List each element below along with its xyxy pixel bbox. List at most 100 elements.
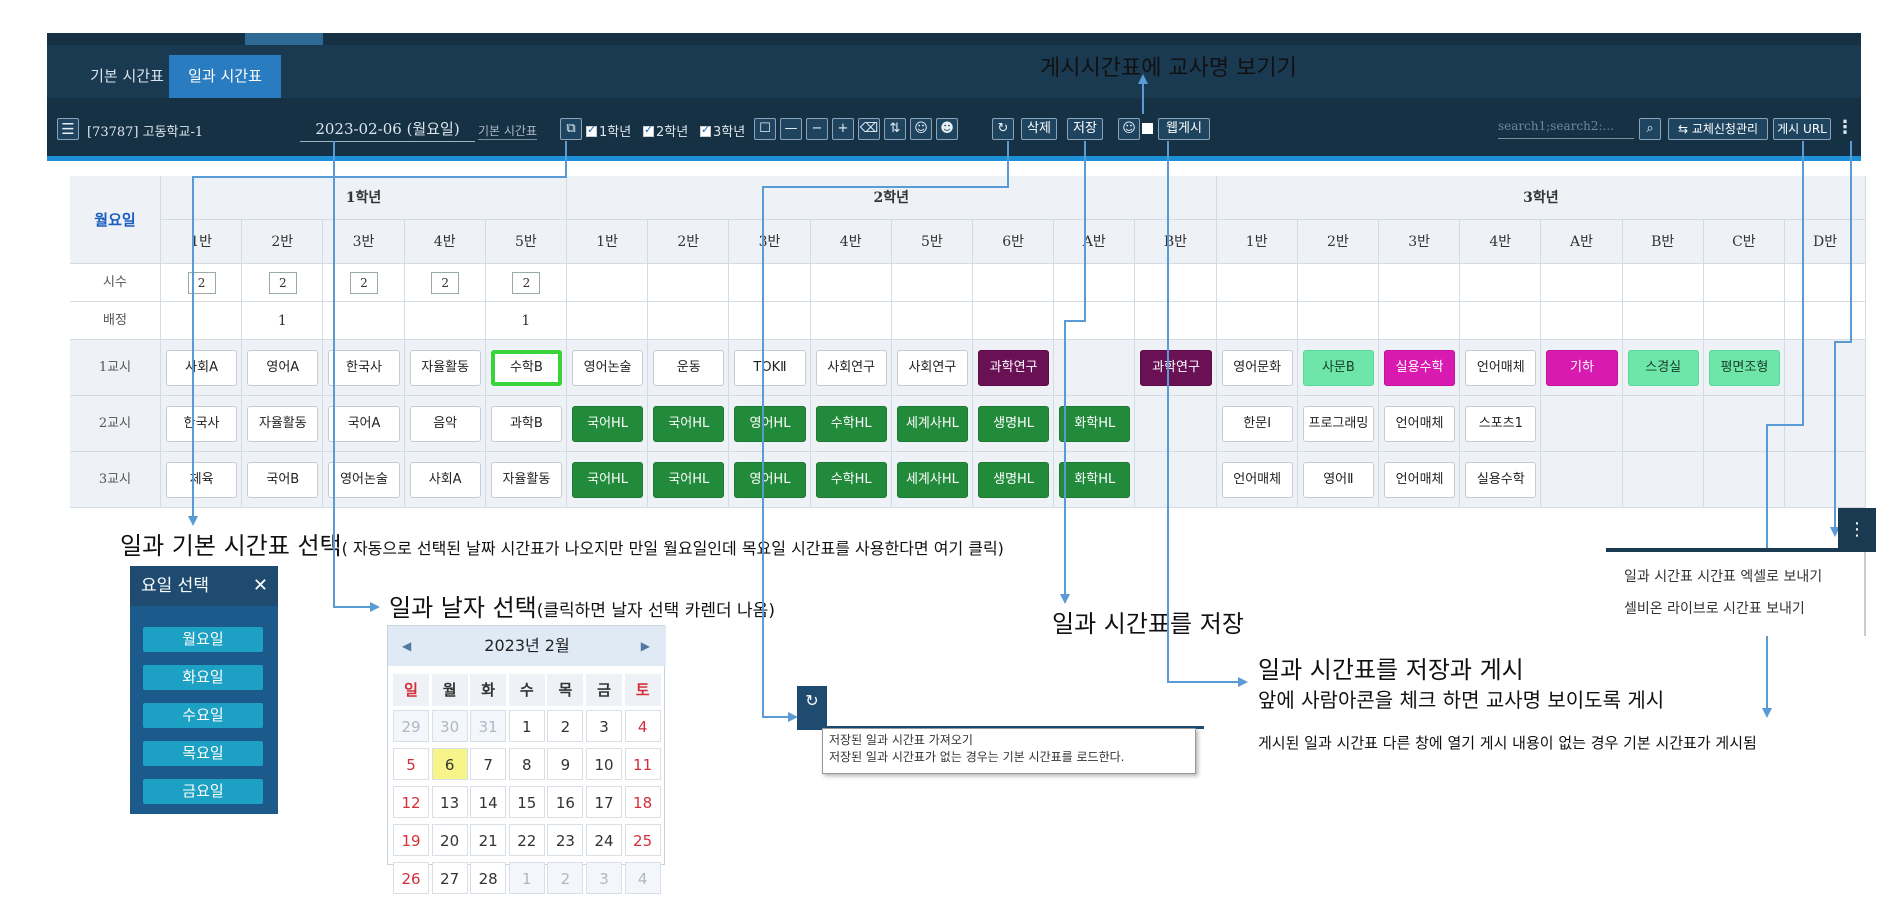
grid-cell[interactable]	[1541, 396, 1623, 452]
square-icon[interactable]: ☐	[754, 118, 776, 140]
hours-input[interactable]: 2	[268, 272, 297, 294]
minus-wide-icon[interactable]: —	[780, 118, 802, 140]
subject-cell[interactable]: 언어매체	[1221, 462, 1293, 498]
grid-cell[interactable]: 2	[242, 264, 324, 302]
subject-cell[interactable]: 영어HL	[734, 406, 806, 442]
subject-cell[interactable]: 음악	[409, 406, 481, 442]
grid-cell[interactable]	[891, 302, 973, 340]
day-button-wed[interactable]: 수요일	[143, 703, 263, 728]
subject-cell[interactable]: 국어HL	[572, 462, 644, 498]
day-button-tue[interactable]: 화요일	[143, 665, 263, 690]
grid-cell[interactable]	[1135, 264, 1217, 302]
subject-cell[interactable]: 실용수학	[1384, 350, 1456, 386]
calendar-day[interactable]: 8	[508, 748, 545, 780]
subject-cell[interactable]: 생명HL	[978, 406, 1050, 442]
grid-cell[interactable]	[1703, 302, 1785, 340]
calendar-day[interactable]: 1	[508, 710, 545, 742]
grid-cell[interactable]	[729, 264, 811, 302]
calendar-day[interactable]: 26	[393, 862, 429, 894]
calendar-day[interactable]: 4	[624, 710, 661, 742]
subject-cell[interactable]: 언어매체	[1384, 406, 1456, 442]
grid-cell[interactable]	[1216, 264, 1298, 302]
day-button-fri[interactable]: 금요일	[143, 779, 263, 804]
subject-cell[interactable]: 영어문화	[1221, 350, 1293, 386]
calendar-day[interactable]: 2	[547, 710, 584, 742]
subject-cell[interactable]: 수학HL	[815, 462, 887, 498]
reload-icon[interactable]: ↻	[797, 686, 827, 730]
calendar-day[interactable]: 31	[470, 710, 507, 742]
calendar-day[interactable]: 7	[470, 748, 507, 780]
teacher-name-checkbox[interactable]	[1142, 123, 1153, 134]
grid-cell[interactable]	[648, 264, 730, 302]
subject-cell[interactable]: 화학HL	[1059, 406, 1131, 442]
grid-cell[interactable]	[161, 302, 243, 340]
subject-cell[interactable]: 수학HL	[815, 406, 887, 442]
subject-cell[interactable]: 한국사	[328, 350, 400, 386]
calendar-day[interactable]: 17	[586, 786, 622, 818]
date-picker[interactable]: 2023-02-06 (월요일)	[300, 118, 475, 142]
subject-cell[interactable]: 세계사HL	[896, 462, 968, 498]
grid-cell[interactable]: 2	[323, 264, 405, 302]
subject-cell[interactable]: 체육	[166, 462, 238, 498]
grid-cell[interactable]	[1703, 264, 1785, 302]
basic-timetable-link[interactable]: 기본 시간표	[478, 122, 538, 140]
grid-cell[interactable]	[1622, 264, 1704, 302]
search-input[interactable]: search1;search2:...	[1498, 119, 1634, 139]
subject-cell[interactable]: 국어HL	[653, 406, 725, 442]
subject-cell[interactable]: 수학B	[490, 350, 562, 386]
grid-cell[interactable]	[1541, 452, 1623, 508]
calendar-day[interactable]: 18	[624, 786, 661, 818]
hamburger-icon[interactable]: ☰	[57, 118, 79, 140]
more-menu-icon[interactable]: ⋮	[1838, 508, 1876, 552]
subject-cell[interactable]: 생명HL	[978, 462, 1050, 498]
subject-cell[interactable]: 사회연구	[815, 350, 887, 386]
grid-cell[interactable]	[1297, 302, 1379, 340]
subject-cell[interactable]: 운동	[653, 350, 725, 386]
subject-cell[interactable]: 세계사HL	[896, 406, 968, 442]
calendar-day[interactable]: 3	[586, 862, 622, 894]
eraser-icon[interactable]: ⌫	[858, 118, 880, 140]
grid-cell[interactable]: 2	[404, 264, 486, 302]
grid-cell[interactable]	[567, 264, 649, 302]
calendar-day[interactable]: 21	[470, 824, 507, 856]
calendar-day[interactable]: 13	[431, 786, 468, 818]
subject-cell[interactable]: 언어매체	[1465, 350, 1537, 386]
swap-icon[interactable]: ⇅	[884, 118, 906, 140]
user-icon[interactable]: ☺	[910, 118, 932, 140]
grid-cell[interactable]	[1785, 340, 1867, 396]
hours-input[interactable]: 2	[349, 272, 378, 294]
subject-cell[interactable]: 자율활동	[409, 350, 481, 386]
grid-cell[interactable]: 1	[485, 302, 567, 340]
calendar-day[interactable]: 28	[470, 862, 507, 894]
subject-cell[interactable]: TOKⅡ	[734, 350, 806, 386]
grid-cell[interactable]	[567, 302, 649, 340]
grid-cell[interactable]: 2	[161, 264, 243, 302]
grid-cell[interactable]	[1135, 452, 1217, 508]
subject-cell[interactable]: 영어A	[247, 350, 319, 386]
grid-cell[interactable]	[1135, 396, 1217, 452]
grid-cell[interactable]	[1785, 264, 1867, 302]
subject-cell[interactable]: 사문B	[1302, 350, 1374, 386]
grid-cell[interactable]	[973, 302, 1055, 340]
subject-cell[interactable]: 한국사	[166, 406, 238, 442]
grid-cell[interactable]	[1054, 340, 1136, 396]
calendar-day[interactable]: 1	[508, 862, 545, 894]
subject-cell[interactable]: 과학B	[490, 406, 562, 442]
subject-cell[interactable]: 자율활동	[247, 406, 319, 442]
prev-month-icon[interactable]: ◀	[402, 626, 411, 666]
minus-icon[interactable]: −	[806, 118, 828, 140]
grid-cell[interactable]: 1	[242, 302, 324, 340]
grid-cell[interactable]	[1379, 264, 1461, 302]
grade-filter-1[interactable]: 1학년	[586, 121, 631, 140]
subject-cell[interactable]: 과학연구	[1140, 350, 1212, 386]
grid-cell[interactable]	[973, 264, 1055, 302]
subject-cell[interactable]: 국어A	[328, 406, 400, 442]
calendar-day[interactable]: 24	[586, 824, 622, 856]
grid-cell[interactable]	[648, 302, 730, 340]
day-button-thu[interactable]: 목요일	[143, 741, 263, 766]
calendar-day[interactable]: 2	[547, 862, 584, 894]
subject-cell[interactable]: 기하	[1546, 350, 1618, 386]
grid-cell[interactable]	[404, 302, 486, 340]
subject-cell[interactable]: 사회A	[409, 462, 481, 498]
grid-cell[interactable]	[1785, 302, 1867, 340]
